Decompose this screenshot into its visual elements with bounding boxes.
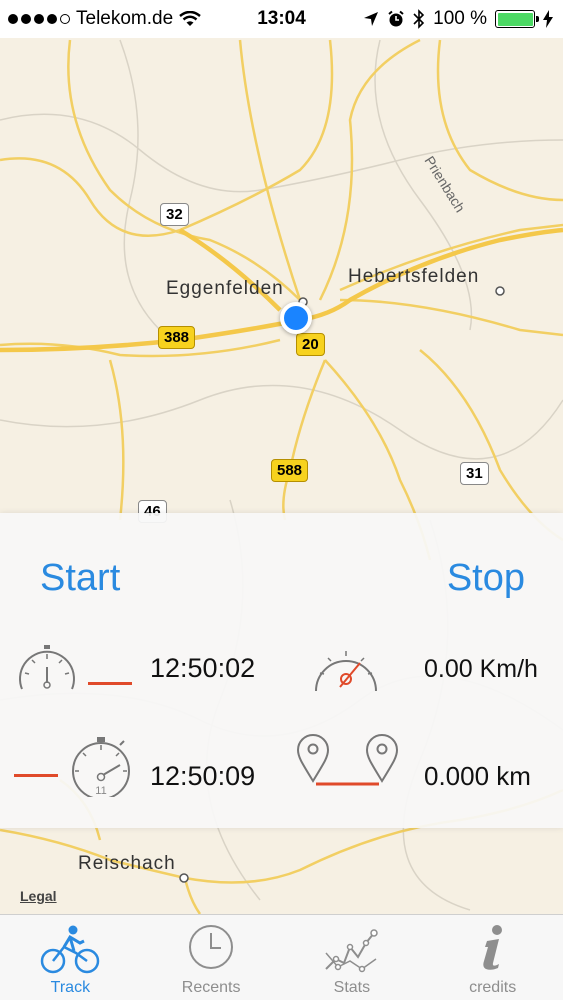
tracking-panel: Start Stop 12:50:02 0.00 Km/h 11 12:50:0… [0,513,563,828]
stopwatch-number: 11 [95,785,106,797]
current-time: 12:50:09 [150,761,256,791]
user-location-dot [280,302,312,334]
road-shield: 31 [460,462,489,485]
alarm-icon [388,10,404,27]
legal-link[interactable]: Legal [20,888,57,904]
distance-pins-icon [296,734,399,786]
tab-track-label: Track [50,979,91,996]
road-shield: 588 [271,459,309,482]
status-bar: Telekom.de 13:04 100 % [0,0,563,38]
tab-stats[interactable]: Stats [282,915,423,1000]
location-arrow-icon [364,12,379,26]
tab-credits-label: credits [469,979,517,996]
start-button[interactable]: Start [40,557,120,600]
speed-value: 0.00 Km/h [424,655,538,683]
elapsed-dash [14,774,58,777]
road-shield: 388 [158,326,196,349]
tab-bar: Track Recents Stats credits [0,914,563,1000]
battery-percent: 100 % [433,8,487,29]
tab-recents[interactable]: Recents [141,915,282,1000]
tab-recents-label: Recents [181,979,241,996]
tab-credits[interactable]: credits [422,915,563,1000]
road-shield: 32 [160,203,189,226]
distance-value: 0.000 km [424,761,531,791]
speedometer-icon [315,651,377,692]
start-dash [88,682,132,685]
start-timer-icon [19,645,75,690]
tab-stats-label: Stats [333,979,371,996]
status-right: 100 % [363,8,553,30]
charging-bolt-icon [543,10,553,28]
place-reischach: Reischach [78,853,176,874]
bicycle-icon [41,925,100,974]
river-label: Prienbach [421,153,468,215]
bluetooth-icon [413,9,425,29]
tab-track[interactable]: Track [0,915,141,1000]
stop-button[interactable]: Stop [447,557,525,600]
info-icon [482,925,502,970]
elapsed-stopwatch-icon: 11 [72,737,130,797]
stats-graph-icon [325,929,378,973]
place-hebertsfelden: Hebertsfelden [348,266,480,287]
place-eggenfelden: Eggenfelden [166,278,284,299]
battery-icon [495,10,539,28]
road-shield: 20 [296,333,325,356]
clock-icon [189,925,234,969]
start-time: 12:50:02 [150,653,256,683]
